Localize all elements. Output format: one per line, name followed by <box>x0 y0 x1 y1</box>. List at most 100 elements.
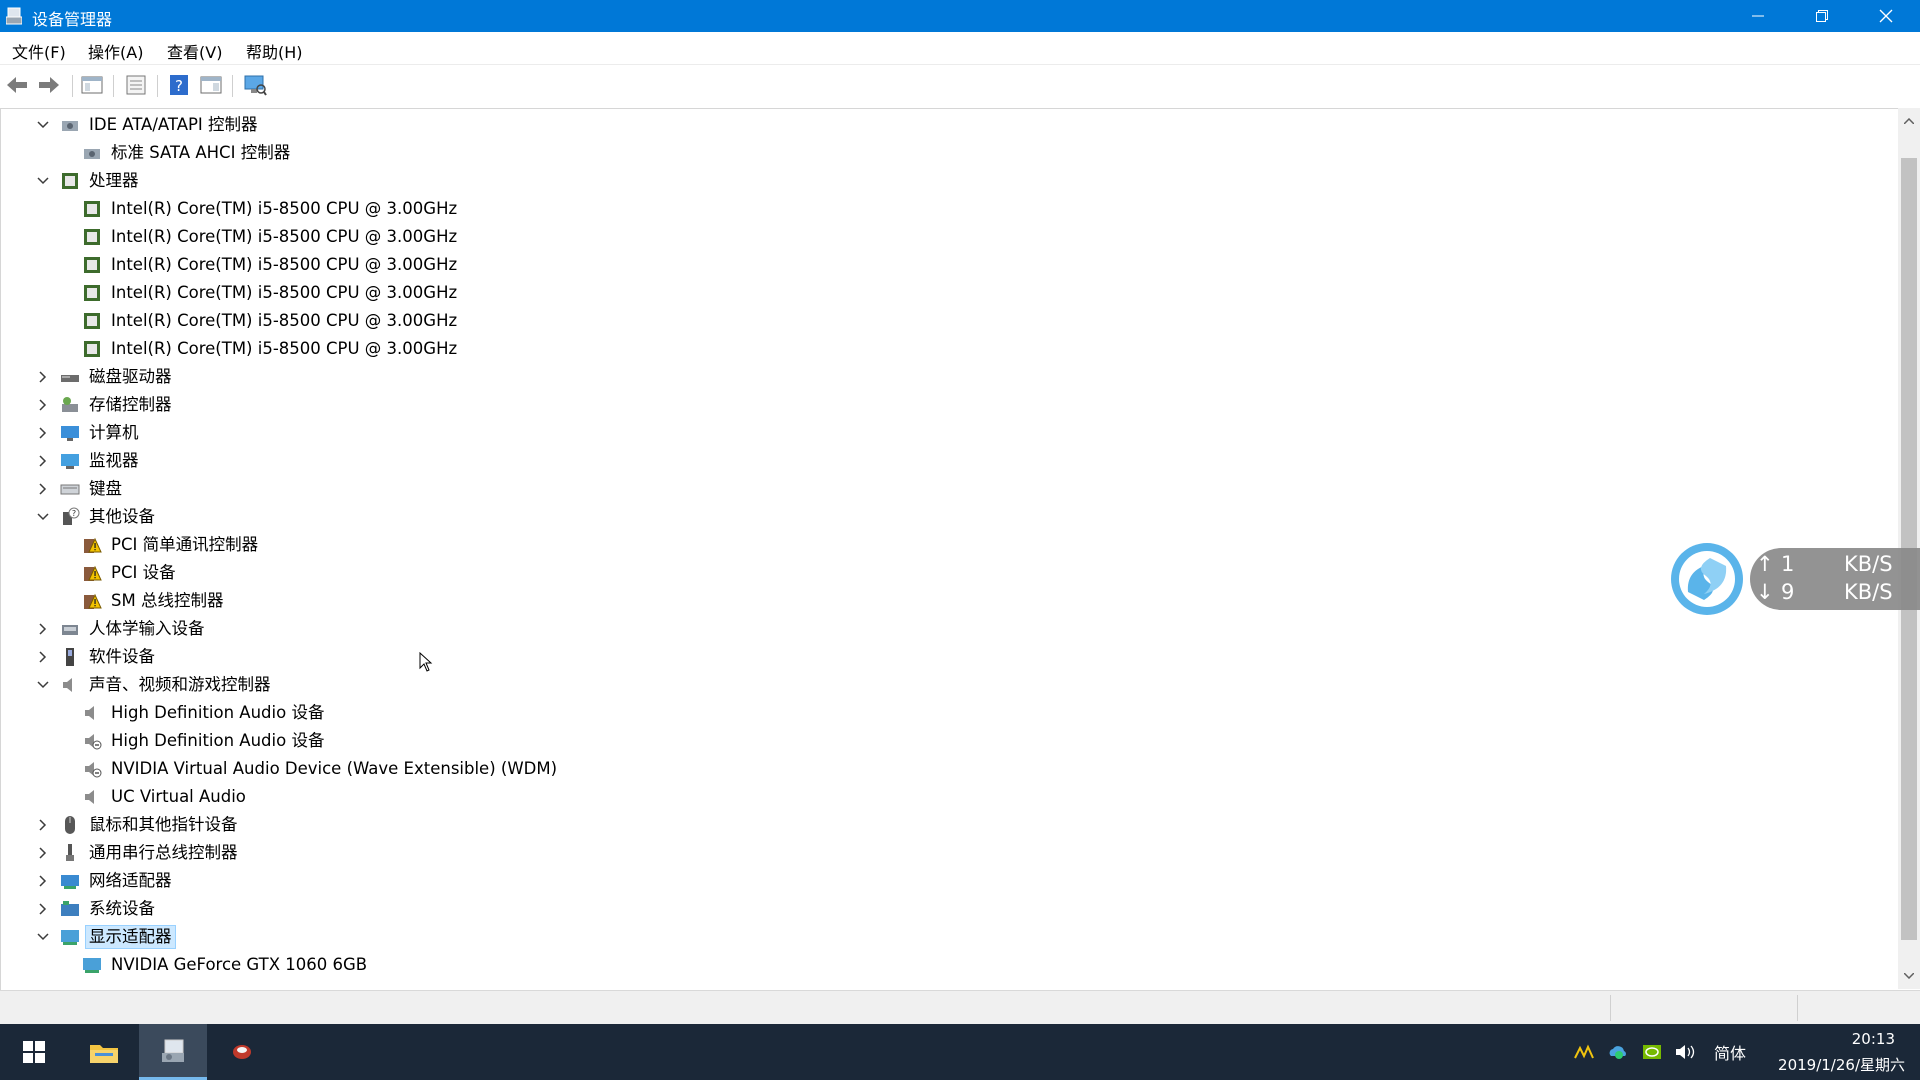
collapsed-chevron-icon[interactable] <box>35 901 51 917</box>
collapsed-chevron-icon[interactable] <box>35 369 51 385</box>
tray-gpu-button[interactable] <box>1641 1041 1663 1063</box>
warning-device-icon <box>82 563 102 583</box>
collapsed-chevron-icon[interactable] <box>35 453 51 469</box>
tree-item-label: Intel(R) Core(TM) i5-8500 CPU @ 3.00GHz <box>111 227 458 246</box>
tree-item-label: Intel(R) Core(TM) i5-8500 CPU @ 3.00GHz <box>111 283 458 302</box>
app-icon <box>233 1045 251 1059</box>
file-explorer-button[interactable] <box>70 1024 138 1080</box>
minimize-button[interactable] <box>1726 0 1790 32</box>
speaker-icon <box>1676 1045 1695 1059</box>
tree-category[interactable]: 磁盘驱动器 <box>1 363 1891 391</box>
status-divider <box>1797 995 1798 1021</box>
tree-device[interactable]: SM 总线控制器 <box>1 587 1891 615</box>
tree-category[interactable]: 通用串行总线控制器 <box>1 839 1891 867</box>
network-speed-widget[interactable]: ↑ 1 KB/S ↓ 9 KB/S <box>1668 540 1920 616</box>
mouse-icon <box>60 815 80 835</box>
tray-cloud-button[interactable] <box>1607 1041 1629 1063</box>
tree-item-label: 存储控制器 <box>89 395 172 414</box>
tree-item-label: High Definition Audio 设备 <box>111 703 325 722</box>
action-pane-icon <box>200 76 222 94</box>
tree-item-label: Intel(R) Core(TM) i5-8500 CPU @ 3.00GHz <box>111 339 458 358</box>
tree-device[interactable]: NVIDIA GeForce GTX 1060 6GB <box>1 951 1891 979</box>
collapsed-chevron-icon[interactable] <box>35 845 51 861</box>
toolbar-separator <box>157 75 158 97</box>
tree-category[interactable]: 声音、视频和游戏控制器 <box>1 671 1891 699</box>
expanded-chevron-icon[interactable] <box>35 173 51 189</box>
tree-device[interactable]: Intel(R) Core(TM) i5-8500 CPU @ 3.00GHz <box>1 307 1891 335</box>
computer-icon <box>60 423 80 443</box>
ime-indicator[interactable]: 简体 <box>1712 1041 1748 1063</box>
menu-help[interactable]: 帮助(H) <box>246 39 303 63</box>
tree-device[interactable]: UC Virtual Audio <box>1 783 1891 811</box>
clock-time[interactable]: 20:13 <box>1795 1030 1895 1048</box>
tree-category[interactable]: IDE ATA/ATAPI 控制器 <box>1 111 1891 139</box>
tree-category[interactable]: 网络适配器 <box>1 867 1891 895</box>
restore-button[interactable] <box>1790 0 1854 32</box>
scan-hardware-button[interactable] <box>242 73 268 97</box>
tree-device[interactable]: Intel(R) Core(TM) i5-8500 CPU @ 3.00GHz <box>1 335 1891 363</box>
volume-button[interactable] <box>1675 1041 1697 1063</box>
tree-category[interactable]: 人体学输入设备 <box>1 615 1891 643</box>
tree-category[interactable]: 监视器 <box>1 447 1891 475</box>
properties-button[interactable] <box>123 73 149 97</box>
help-button[interactable]: ? <box>166 73 192 97</box>
device-manager-task-button[interactable] <box>139 1024 207 1080</box>
clock-date[interactable]: 2019/1/26/星期六 <box>1755 1054 1905 1075</box>
app-task-button[interactable] <box>208 1024 276 1080</box>
system-device-icon <box>60 899 80 919</box>
tree-category[interactable]: 存储控制器 <box>1 391 1891 419</box>
forward-button[interactable] <box>36 73 62 97</box>
scroll-up-button[interactable] <box>1898 110 1920 132</box>
device-tree[interactable]: IDE ATA/ATAPI 控制器标准 SATA AHCI 控制器处理器 Inte… <box>0 108 1899 990</box>
forward-arrow-icon <box>39 77 59 93</box>
show-hide-tree-button[interactable] <box>79 73 105 97</box>
expanded-chevron-icon[interactable] <box>35 509 51 525</box>
back-button[interactable] <box>4 73 30 97</box>
tree-device[interactable]: 标准 SATA AHCI 控制器 <box>1 139 1891 167</box>
close-button[interactable] <box>1854 0 1918 32</box>
tree-item-label: 处理器 <box>89 171 139 190</box>
menu-action[interactable]: 操作(A) <box>88 39 143 63</box>
collapsed-chevron-icon[interactable] <box>35 481 51 497</box>
expanded-chevron-icon[interactable] <box>35 117 51 133</box>
expanded-chevron-icon[interactable] <box>35 929 51 945</box>
collapsed-chevron-icon[interactable] <box>35 621 51 637</box>
tree-device[interactable]: High Definition Audio 设备 <box>1 699 1891 727</box>
collapsed-chevron-icon[interactable] <box>35 817 51 833</box>
nvidia-tray-icon <box>1643 1045 1661 1059</box>
tree-item-label: 标准 SATA AHCI 控制器 <box>111 143 291 162</box>
tree-item-label: 计算机 <box>89 423 139 442</box>
menu-view[interactable]: 查看(V) <box>167 39 222 63</box>
start-button[interactable] <box>0 1024 68 1080</box>
ide-controller-icon <box>60 115 80 135</box>
menu-file[interactable]: 文件(F) <box>12 39 66 63</box>
tree-category[interactable]: 系统设备 <box>1 895 1891 923</box>
device-manager-icon <box>6 7 22 25</box>
upload-arrow: ↑ <box>1756 552 1774 576</box>
tree-category[interactable]: 键盘 <box>1 475 1891 503</box>
tree-device[interactable]: PCI 设备 <box>1 559 1891 587</box>
tree-category[interactable]: 计算机 <box>1 419 1891 447</box>
tree-category[interactable]: 显示适配器 <box>1 923 1891 951</box>
tree-category[interactable]: ? 其他设备 <box>1 503 1891 531</box>
tree-category[interactable]: 鼠标和其他指针设备 <box>1 811 1891 839</box>
tree-device[interactable]: Intel(R) Core(TM) i5-8500 CPU @ 3.00GHz <box>1 251 1891 279</box>
tree-device[interactable]: Intel(R) Core(TM) i5-8500 CPU @ 3.00GHz <box>1 223 1891 251</box>
action-pane-button[interactable] <box>198 73 224 97</box>
collapsed-chevron-icon[interactable] <box>35 397 51 413</box>
collapsed-chevron-icon[interactable] <box>35 873 51 889</box>
tree-device[interactable]: NVIDIA Virtual Audio Device (Wave Extens… <box>1 755 1891 783</box>
tree-device[interactable]: Intel(R) Core(TM) i5-8500 CPU @ 3.00GHz <box>1 195 1891 223</box>
tree-device[interactable]: Intel(R) Core(TM) i5-8500 CPU @ 3.00GHz <box>1 279 1891 307</box>
windows-logo-icon <box>23 1041 45 1063</box>
toolbar: ? <box>0 64 1920 105</box>
tree-device[interactable]: PCI 简单通讯控制器 <box>1 531 1891 559</box>
tree-category[interactable]: 处理器 <box>1 167 1891 195</box>
collapsed-chevron-icon[interactable] <box>35 649 51 665</box>
tray-app-icon[interactable] <box>1573 1041 1595 1063</box>
tree-category[interactable]: 软件设备 <box>1 643 1891 671</box>
collapsed-chevron-icon[interactable] <box>35 425 51 441</box>
tree-device[interactable]: High Definition Audio 设备 <box>1 727 1891 755</box>
expanded-chevron-icon[interactable] <box>35 677 51 693</box>
scroll-down-button[interactable] <box>1898 965 1920 987</box>
